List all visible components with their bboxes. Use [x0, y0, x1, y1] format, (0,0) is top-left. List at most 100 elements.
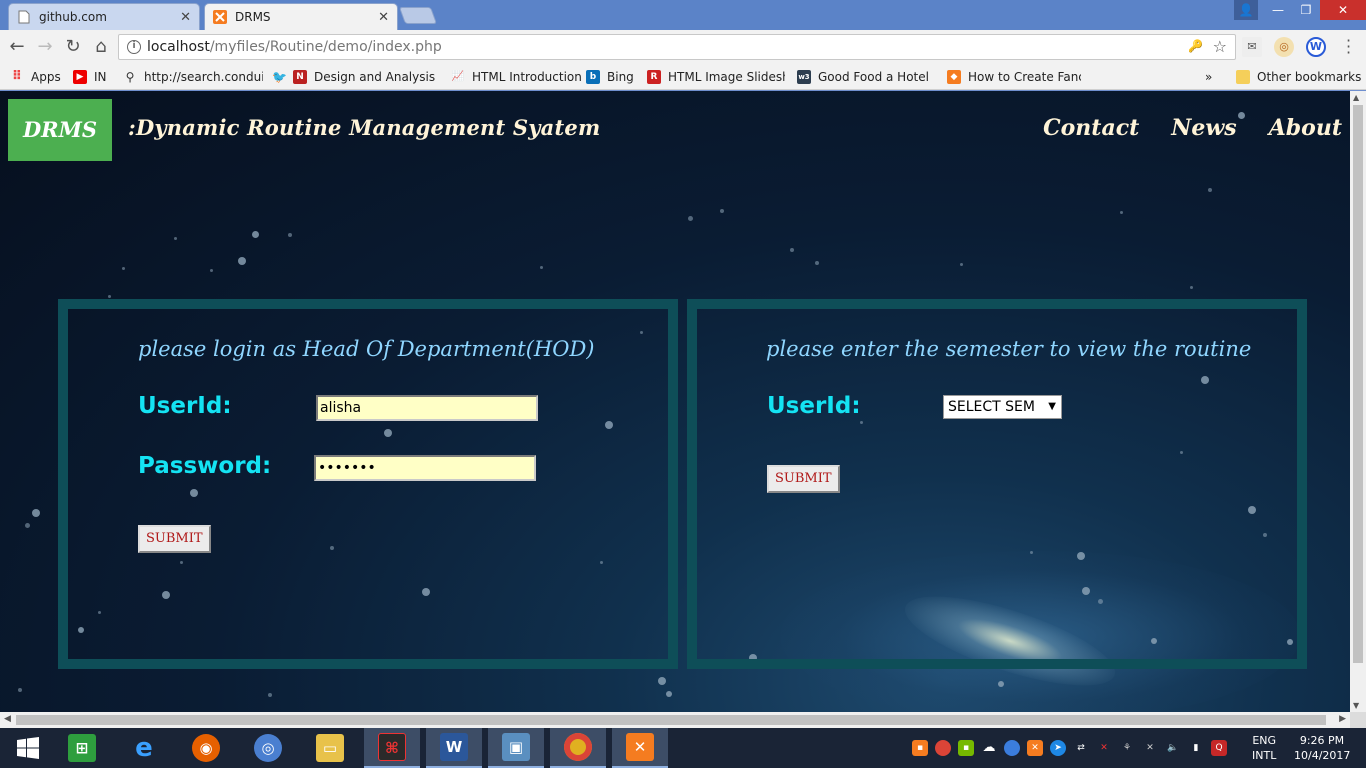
brand-logo[interactable]: DRMS [8, 99, 112, 161]
tray-xampp-icon[interactable]: ✕ [1027, 740, 1043, 756]
w-extension-icon[interactable]: W [1306, 37, 1326, 57]
volume-icon[interactable]: 🔈 [1165, 740, 1181, 756]
password-input[interactable] [314, 455, 536, 481]
back-arrow-icon[interactable]: ← [6, 36, 28, 58]
bookmark-html-slideshow[interactable]: R HTML Image Slidesho [647, 68, 785, 86]
star-dot [1190, 286, 1193, 289]
password-label: Password: [138, 453, 272, 479]
bookmark-label: Bing [607, 70, 634, 84]
tray-alert-icon[interactable]: ✕ [1096, 740, 1112, 756]
taskbar-chrome[interactable] [550, 728, 606, 768]
taskbar-ie[interactable]: e [116, 728, 172, 768]
star-dot [540, 266, 543, 269]
taskbar-firefox[interactable]: ◉ [178, 728, 234, 768]
bookmark-html-intro[interactable]: 📈 HTML Introduction [451, 68, 582, 86]
taskbar-photos[interactable]: ▣ [488, 728, 544, 768]
network-icon[interactable]: ⇄ [1073, 740, 1089, 756]
clock-time: 9:26 PM [1299, 734, 1345, 747]
star-dot [960, 263, 963, 266]
youtube-icon: ▶ [73, 70, 87, 84]
address-bar[interactable]: i localhost /myfiles/Routine/demo/index.… [118, 34, 1236, 60]
w3-icon: w3 [797, 70, 811, 84]
bookmark-bing[interactable]: b Bing [586, 68, 634, 86]
onedrive-icon[interactable]: ☁ [981, 740, 997, 756]
bookmark-star-icon[interactable]: ☆ [1213, 37, 1227, 56]
battery-icon[interactable]: ▮ [1188, 740, 1204, 756]
scroll-up-icon[interactable]: ▲ [1353, 93, 1359, 102]
language-indicator[interactable]: ENG INTL [1252, 733, 1276, 763]
folder-icon: ▭ [316, 734, 344, 762]
menu-icon[interactable]: · · · [1346, 33, 1351, 61]
restore-button[interactable]: ❐ [1292, 0, 1320, 20]
nav-news-link[interactable]: News [1171, 115, 1236, 141]
new-tab-button[interactable] [398, 7, 438, 24]
minimize-button[interactable]: — [1264, 0, 1292, 20]
taskbar-chrome-alt[interactable]: ◎ [240, 728, 296, 768]
bookmark-conduit[interactable]: ⚲ http://search.conduit [123, 68, 263, 86]
forward-arrow-icon[interactable]: → [34, 36, 56, 58]
search-icon: ⚲ [125, 70, 135, 84]
tray-app-icon[interactable]: ▪ [912, 740, 928, 756]
close-icon[interactable]: ✕ [378, 10, 389, 25]
taskbar-store[interactable]: ⊞ [54, 728, 110, 768]
nav-about-link[interactable]: About [1269, 115, 1342, 141]
key-icon[interactable]: 🔑 [1188, 39, 1203, 53]
bookmark-fancy[interactable]: ◆ How to Create Fancy [947, 68, 1081, 86]
profile-icon[interactable]: 👤 [1234, 0, 1258, 20]
tab-github[interactable]: github.com ✕ [8, 3, 200, 30]
nav-contact-link[interactable]: Contact [1043, 115, 1139, 141]
other-bookmarks[interactable]: Other bookmarks [1236, 68, 1361, 86]
start-button[interactable] [0, 728, 56, 768]
scroll-left-icon[interactable]: ◀ [4, 714, 11, 724]
bookmark-label: HTML Introduction [472, 70, 582, 84]
semester-submit-button[interactable]: SUBMIT [767, 465, 840, 493]
home-icon[interactable]: ⌂ [90, 36, 112, 58]
taskbar-acrobat[interactable]: ⌘ [364, 728, 420, 768]
star-dot [210, 269, 213, 272]
userid-input[interactable] [316, 395, 538, 421]
login-submit-button[interactable]: SUBMIT [138, 525, 211, 553]
bookmark-apps[interactable]: ⠿ Apps [10, 68, 61, 86]
semester-userid-label: UserId: [767, 393, 861, 419]
bookmark-label: HTML Image Slidesho [668, 70, 785, 84]
wifi-icon[interactable]: ✕ [1142, 740, 1158, 756]
scroll-down-icon[interactable]: ▼ [1353, 701, 1359, 710]
horizontal-scrollbar[interactable]: ◀ ▶ [0, 712, 1350, 728]
taskbar-explorer[interactable]: ▭ [302, 728, 358, 768]
nvidia-icon[interactable]: ▪ [958, 740, 974, 756]
tray-satellite-icon[interactable]: ⚘ [1119, 740, 1135, 756]
chart-icon: 📈 [451, 71, 465, 82]
bird-icon: 🐦 [272, 70, 287, 84]
window-close-button[interactable]: ✕ [1320, 0, 1366, 20]
tray-q-icon[interactable]: Q [1211, 740, 1227, 756]
bookmark-good-food[interactable]: w3 Good Food a Hotel C [797, 68, 933, 86]
login-heading: please login as Head Of Department(HOD) [138, 337, 595, 361]
scroll-right-icon[interactable]: ▶ [1339, 714, 1346, 724]
semester-select[interactable]: SELECT SEM ▼ [943, 395, 1062, 419]
xampp-icon [213, 10, 227, 24]
tray-globe-icon[interactable] [1004, 740, 1020, 756]
close-icon[interactable]: ✕ [180, 10, 191, 25]
info-icon[interactable]: i [127, 40, 141, 54]
mail-extension-icon[interactable]: ✉ [1242, 37, 1262, 57]
taskbar-xampp[interactable]: ✕ [612, 728, 668, 768]
more-bookmarks-button[interactable]: » [1205, 68, 1212, 86]
extension-icon[interactable]: ◎ [1274, 37, 1294, 57]
reload-icon[interactable]: ↻ [62, 36, 84, 58]
bookmark-icon: R [647, 70, 661, 84]
taskbar-word[interactable]: W [426, 728, 482, 768]
bookmark-in[interactable]: ▶ IN [73, 68, 107, 86]
url-host: localhost [147, 39, 210, 55]
bookmark-design-analysis[interactable]: 🐦 N Design and Analysis c [272, 68, 436, 86]
vertical-scroll-thumb[interactable] [1353, 105, 1363, 663]
tab-drms[interactable]: DRMS ✕ [204, 3, 398, 30]
tray-chrome-icon[interactable] [935, 740, 951, 756]
vertical-scrollbar[interactable]: ▲ ▼ [1350, 91, 1366, 712]
acrobat-icon: ⌘ [378, 733, 406, 761]
system-clock[interactable]: 9:26 PM 10/4/2017 [1294, 733, 1350, 763]
tray-compass-icon[interactable]: ➤ [1050, 740, 1066, 756]
horizontal-scroll-thumb[interactable] [16, 715, 1326, 725]
star-dot [1120, 211, 1123, 214]
star-dot [174, 237, 177, 240]
site-title: :Dynamic Routine Management Syatem [128, 115, 601, 140]
